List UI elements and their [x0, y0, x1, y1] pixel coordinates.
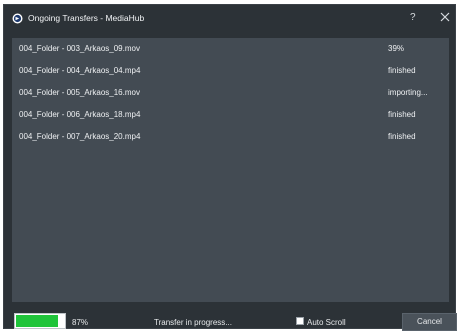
transfer-name: 004_Folder - 004_Arkaos_04.mp4: [19, 66, 141, 75]
transfer-row[interactable]: 004_Folder - 007_Arkaos_20.mp4 finished: [12, 126, 449, 147]
footer-bar: 87% Transfer in progress... Auto Scroll …: [4, 307, 457, 331]
transfer-status-text: Transfer in progress...: [154, 318, 232, 327]
transfer-name: 004_Folder - 005_Arkaos_16.mov: [19, 88, 140, 97]
transfer-name: 004_Folder - 007_Arkaos_20.mp4: [19, 132, 141, 141]
window-title: Ongoing Transfers - MediaHub: [28, 13, 145, 23]
progress-fill: [16, 315, 58, 327]
transfer-row[interactable]: 004_Folder - 004_Arkaos_04.mp4 finished: [12, 60, 449, 81]
progress-percent: 87%: [72, 318, 89, 327]
transfer-row[interactable]: 004_Folder - 006_Arkaos_18.mp4 finished: [12, 104, 449, 125]
transfers-dialog: Ongoing Transfers - MediaHub ? 004_Folde…: [3, 4, 457, 331]
transfer-name: 004_Folder - 006_Arkaos_18.mp4: [19, 110, 141, 119]
close-icon[interactable]: [438, 10, 452, 24]
title-bar: Ongoing Transfers - MediaHub ?: [4, 5, 455, 32]
transfer-row[interactable]: 004_Folder - 003_Arkaos_09.mov 39%: [12, 38, 449, 59]
auto-scroll-checkbox[interactable]: [296, 317, 304, 325]
transfer-row[interactable]: 004_Folder - 005_Arkaos_16.mov importing…: [12, 82, 449, 103]
help-button[interactable]: ?: [410, 12, 416, 23]
progress-bar: [14, 313, 66, 329]
transfer-status: finished: [388, 132, 416, 141]
transfer-list[interactable]: 004_Folder - 003_Arkaos_09.mov 39% 004_F…: [12, 38, 449, 302]
transfer-status: finished: [388, 110, 416, 119]
cancel-button[interactable]: Cancel: [402, 313, 457, 331]
transfer-status: importing...: [388, 88, 428, 97]
auto-scroll-label[interactable]: Auto Scroll: [307, 318, 346, 327]
transfer-status: finished: [388, 66, 416, 75]
transfer-status: 39%: [388, 44, 405, 53]
mediahub-app-icon: [12, 13, 23, 24]
transfer-name: 004_Folder - 003_Arkaos_09.mov: [19, 44, 140, 53]
